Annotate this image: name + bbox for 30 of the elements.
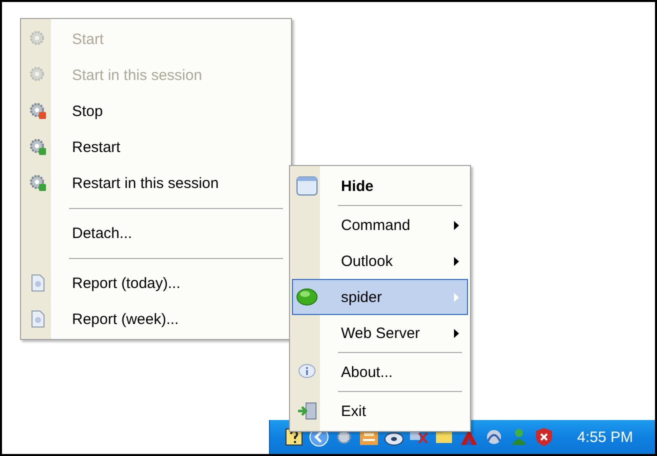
submenu-arrow-icon (454, 328, 458, 338)
gear-refresh-icon (29, 138, 47, 156)
gear-icon (29, 30, 47, 48)
gear-stop-icon (29, 102, 47, 120)
gear-icon (29, 66, 47, 84)
document-icon (30, 274, 46, 292)
info-icon (298, 363, 316, 381)
window-icon (296, 176, 318, 196)
submenu-arrow-icon (454, 256, 458, 266)
status-dot-icon (296, 288, 318, 306)
submenu-arrow-icon (454, 292, 458, 302)
gear-refresh-icon (29, 174, 47, 192)
exit-door-icon (297, 402, 317, 420)
menu-item[interactable]: Outlook (292, 243, 468, 279)
menu-item[interactable]: About... (292, 354, 468, 390)
menu-item[interactable]: Web Server (292, 315, 468, 351)
menu-item[interactable]: Command (292, 207, 468, 243)
menu-item[interactable]: Report (week)... (23, 301, 289, 337)
menu-item[interactable]: Exit (292, 393, 468, 429)
submenu-arrow-icon (454, 220, 458, 230)
clock: 4:55 PM (577, 428, 633, 446)
menu-item[interactable]: spider (292, 279, 468, 315)
menu-item[interactable]: Stop (23, 93, 289, 129)
shield-icon[interactable] (534, 427, 554, 447)
menu-item[interactable]: Hide (292, 168, 468, 204)
document-icon (30, 310, 46, 328)
menu-item[interactable]: Restart (23, 129, 289, 165)
menu-item[interactable]: Detach... (23, 215, 289, 251)
menu-item[interactable]: Report (today)... (23, 265, 289, 301)
menu-item[interactable]: Restart in this session (23, 165, 289, 201)
